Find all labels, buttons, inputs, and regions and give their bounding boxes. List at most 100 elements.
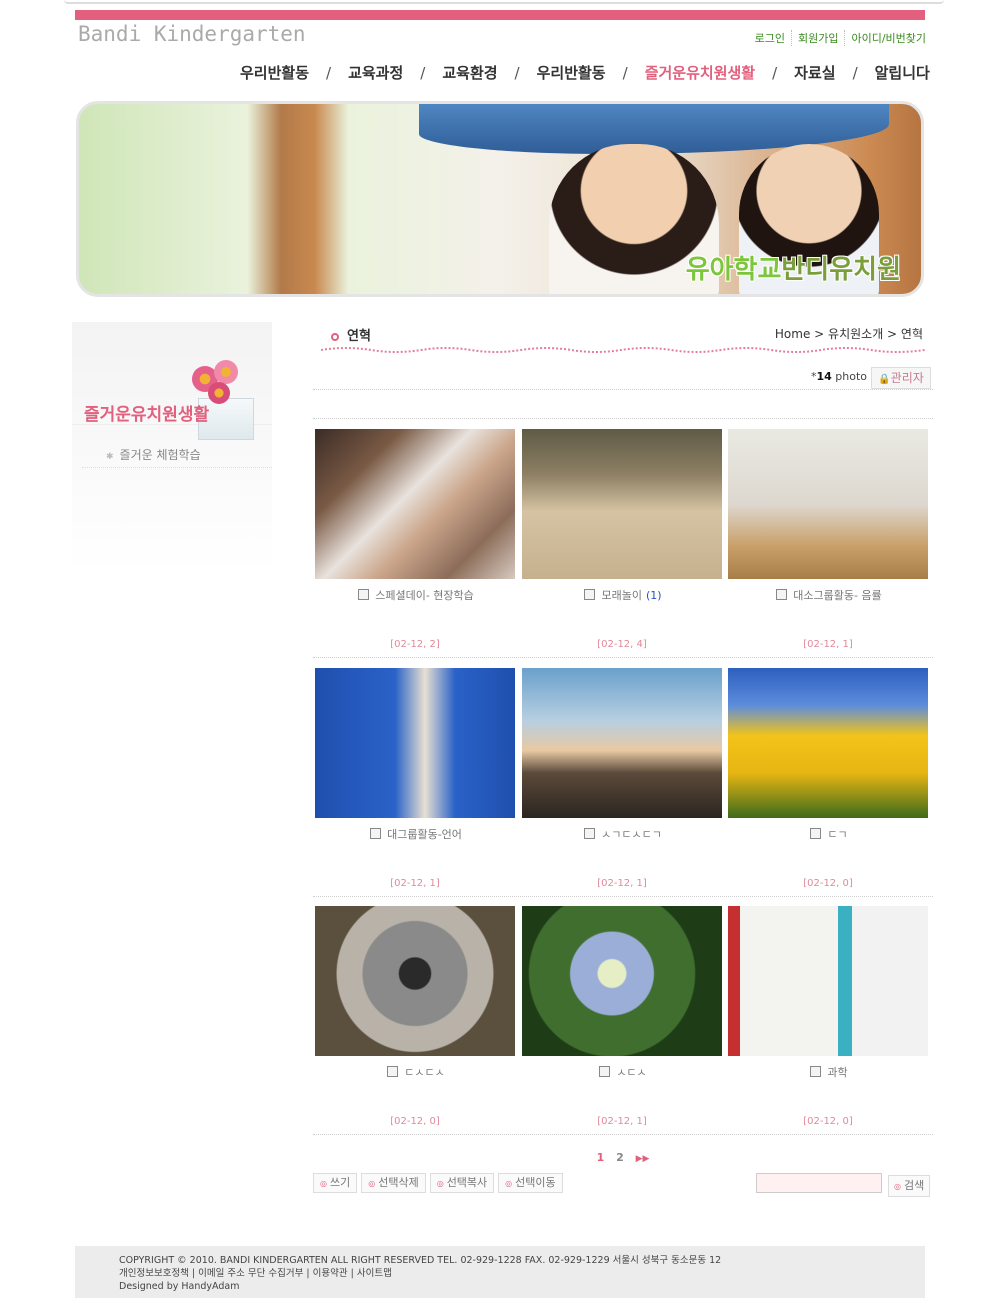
lock-icon: 🔒 xyxy=(878,374,891,385)
nav-item-environment[interactable]: 교육환경 xyxy=(442,62,497,83)
login-link[interactable]: 로그인 xyxy=(749,30,792,46)
photo-item: ㄷㅅㄷㅅ [02-12, 0] xyxy=(315,906,517,1127)
nav-separator: / xyxy=(622,63,628,82)
photo-thumbnail[interactable] xyxy=(315,906,515,1056)
sidebar-title: 즐거운유치원생활 xyxy=(84,405,210,425)
photo-thumbnail[interactable] xyxy=(522,906,722,1056)
photo-title-link[interactable]: 스페셜데이- 현장학습 xyxy=(375,589,474,602)
top-links: 로그인 회원가입 아이디/비번찾기 xyxy=(749,30,926,46)
nav-separator: / xyxy=(852,63,858,82)
search-button[interactable]: ◎ 검색 xyxy=(888,1175,931,1197)
sidebar-item-field-trip[interactable]: ✱ 즐거운 체험학습 xyxy=(106,446,201,463)
photo-title-link[interactable]: 과학 xyxy=(827,1066,847,1079)
footer-links: 개인정보보호정책 | 이메일 주소 무단 수집거부 | 이용약관 | 사이트맵 xyxy=(119,1268,392,1279)
photo-thumbnail[interactable] xyxy=(728,668,928,818)
photo-thumbnail[interactable] xyxy=(728,429,928,579)
admin-label: 관리자 xyxy=(890,371,924,385)
flower-shape xyxy=(214,360,238,384)
photo-title-link[interactable]: ㄷㅅㄷㅅ xyxy=(404,1066,444,1079)
privacy-policy-link[interactable]: 개인정보보호정책 xyxy=(119,1268,189,1279)
bullet-icon: ✱ xyxy=(106,452,114,462)
nav-separator: / xyxy=(772,63,778,82)
select-checkbox[interactable] xyxy=(358,589,370,600)
photo-title-link[interactable]: ㄷㄱ xyxy=(827,828,847,841)
designer-credit: Designed by HandyAdam xyxy=(119,1281,240,1292)
photo-count: *14 photo xyxy=(811,370,867,383)
photo-thumbnail[interactable] xyxy=(728,906,928,1056)
photo-title-link[interactable]: 대소그룹활동- 음률 xyxy=(793,589,881,602)
wavy-divider xyxy=(321,347,925,353)
nav-item-notices[interactable]: 알립니다 xyxy=(875,62,930,83)
search-input[interactable] xyxy=(756,1173,882,1193)
breadcrumb: Home > 유치원소개 > 연혁 xyxy=(774,327,923,341)
photo-title-link[interactable]: 모래놀이 xyxy=(601,589,641,602)
select-checkbox[interactable] xyxy=(776,589,788,600)
page-title-text: 연혁 xyxy=(347,329,371,344)
photo-caption: ㄷㄱ xyxy=(728,826,930,842)
top-border xyxy=(64,0,944,4)
photo-date: [02-12, 1] xyxy=(597,878,647,889)
sidebar-header: 즐거운유치원생활 xyxy=(72,340,272,440)
select-checkbox[interactable] xyxy=(370,828,382,839)
photo-thumbnail[interactable] xyxy=(315,668,515,818)
bullet-icon: ◎ xyxy=(505,1179,513,1188)
terms-link[interactable]: 이용약관 xyxy=(313,1268,348,1279)
nav-item-resources[interactable]: 자료실 xyxy=(794,62,835,83)
banner-title-part1: 유아학교 xyxy=(685,255,782,285)
board-actions: ◎ 쓰기 ◎ 선택삭제 ◎ 선택복사 ◎ 선택이동 xyxy=(313,1173,563,1193)
pagination: 1 2 ▶▶ xyxy=(313,1151,933,1164)
photo-title-link[interactable]: ㅅㄷㅅ xyxy=(616,1066,646,1079)
bullet-icon: ◎ xyxy=(436,1179,444,1188)
photo-thumbnail[interactable] xyxy=(522,429,722,579)
banner-title: 유아학교반디유치원 xyxy=(686,249,901,286)
find-account-link[interactable]: 아이디/비번찾기 xyxy=(845,30,926,46)
photo-item: 과학 [02-12, 0] xyxy=(728,906,930,1127)
photo-item: ㄷㄱ [02-12, 0] xyxy=(728,668,930,889)
site-logo[interactable]: Bandi Kindergarten xyxy=(78,22,306,46)
nav-item-curriculum[interactable]: 교육과정 xyxy=(348,62,403,83)
photo-caption: ㅅㄱㄷㅅㄷㄱ xyxy=(522,826,724,842)
photo-thumbnail[interactable] xyxy=(522,668,722,818)
admin-button[interactable]: 🔒관리자 xyxy=(871,367,931,389)
divider xyxy=(313,418,933,419)
photo-date: [02-12, 4] xyxy=(597,639,647,650)
banner-title-part2: 반디유치원 xyxy=(781,255,901,285)
circle-bullet-icon xyxy=(331,332,339,341)
photo-date: [02-12, 0] xyxy=(803,878,853,889)
page-link-2[interactable]: 2 xyxy=(616,1151,624,1164)
email-refusal-link[interactable]: 이메일 주소 무단 수집거부 xyxy=(198,1268,303,1279)
photo-caption: 스페셜데이- 현장학습 xyxy=(315,587,517,603)
signup-link[interactable]: 회원가입 xyxy=(792,30,846,46)
bullet-icon: ◎ xyxy=(320,1179,327,1188)
page-link-1[interactable]: 1 xyxy=(597,1151,605,1164)
select-checkbox[interactable] xyxy=(584,589,596,600)
next-page-icon[interactable]: ▶▶ xyxy=(636,1154,650,1164)
copy-selected-button[interactable]: ◎ 선택복사 xyxy=(429,1173,495,1193)
photo-thumbnail[interactable] xyxy=(315,429,515,579)
select-checkbox[interactable] xyxy=(810,828,822,839)
row-divider xyxy=(313,896,933,897)
photo-title-link[interactable]: ㅅㄱㄷㅅㄷㄱ xyxy=(601,828,662,841)
select-checkbox[interactable] xyxy=(599,1066,611,1077)
photo-date: [02-12, 1] xyxy=(390,878,440,889)
page: Bandi Kindergarten 로그인 회원가입 아이디/비번찾기 우리반… xyxy=(0,0,1000,1300)
nav-item-class-activity-2[interactable]: 우리반활동 xyxy=(537,62,606,83)
flower-shape xyxy=(208,382,230,404)
nav-item-school-life[interactable]: 즐거운유치원생활 xyxy=(645,62,755,83)
move-selected-button[interactable]: ◎ 선택이동 xyxy=(498,1173,563,1193)
sitemap-link[interactable]: 사이트맵 xyxy=(357,1268,392,1279)
header-accent-bar xyxy=(75,10,925,20)
delete-selected-button[interactable]: ◎ 선택삭제 xyxy=(361,1173,426,1193)
move-label: 선택이동 xyxy=(515,1176,556,1189)
select-checkbox[interactable] xyxy=(810,1066,822,1077)
copy-label: 선택복사 xyxy=(446,1176,488,1189)
photo-title-link[interactable]: 대그룹활동-언어 xyxy=(387,828,462,841)
photo-date: [02-12, 0] xyxy=(803,1116,853,1127)
write-button[interactable]: ◎ 쓰기 xyxy=(313,1173,358,1193)
select-checkbox[interactable] xyxy=(387,1066,399,1077)
sidebar-item-label: 즐거운 체험학습 xyxy=(119,448,201,462)
bullet-icon: ◎ xyxy=(368,1179,376,1188)
nav-item-class-activity[interactable]: 우리반활동 xyxy=(240,62,309,83)
select-checkbox[interactable] xyxy=(584,828,596,839)
photo-item: 대그룹활동-언어 [02-12, 1] xyxy=(315,668,517,889)
